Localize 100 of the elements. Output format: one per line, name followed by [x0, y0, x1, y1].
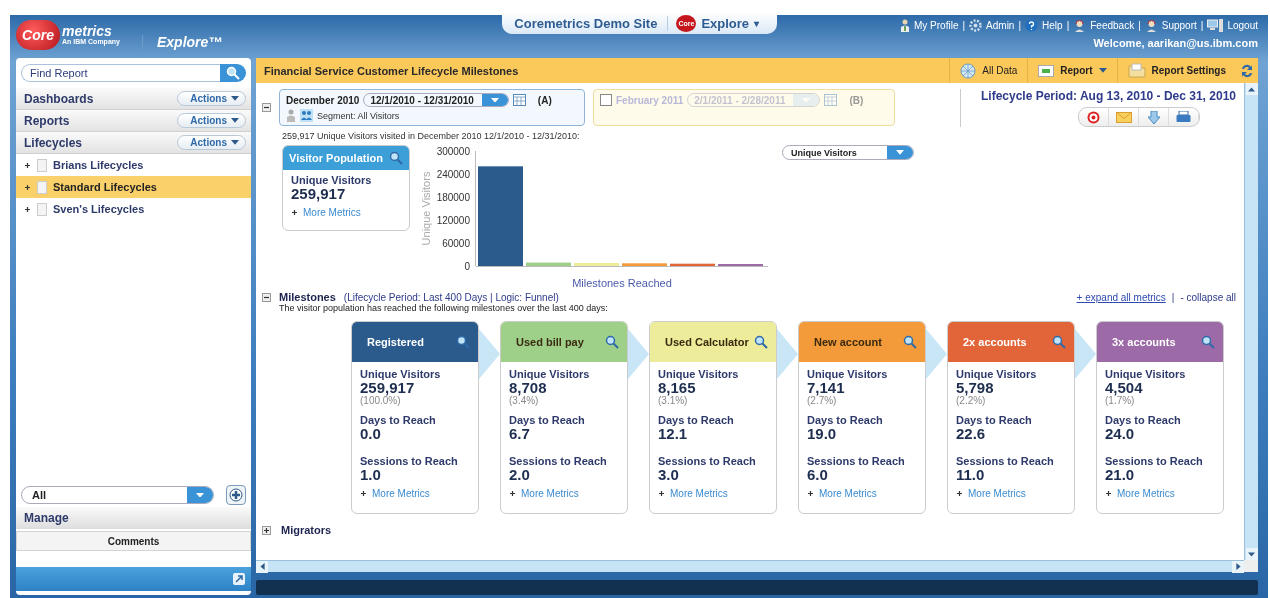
caret-icon: [896, 150, 904, 155]
right-arrow-icon[interactable]: [1235, 563, 1241, 570]
period-tag: (B): [849, 94, 864, 106]
header-link[interactable]: My Profile: [914, 20, 959, 31]
scrollbar-corner: [1244, 560, 1258, 572]
search-button[interactable]: [220, 64, 246, 82]
tree-item[interactable]: Brians Lifecycles: [16, 154, 251, 176]
more-metrics-link[interactable]: More Metrics: [291, 207, 401, 218]
tree-item[interactable]: Standard Lifecycles: [16, 176, 251, 198]
metric-value: 8,708: [509, 380, 548, 395]
actions-button[interactable]: Actions: [177, 135, 246, 150]
search-icon[interactable]: [389, 151, 403, 165]
group-icon[interactable]: [300, 109, 313, 122]
plus-icon: [229, 488, 243, 502]
popout-icon[interactable]: [233, 573, 245, 585]
card-title: New account: [814, 336, 882, 348]
metric-value: 4,504: [1105, 380, 1144, 395]
globe-icon: [960, 62, 977, 79]
horizontal-scrollbar[interactable]: [256, 560, 1244, 572]
down-arrow-icon: [1147, 110, 1160, 124]
metric-share: (2.7%): [807, 395, 837, 406]
down-arrow-icon[interactable]: [1248, 551, 1255, 557]
search-icon[interactable]: [754, 335, 768, 349]
more-metrics-link[interactable]: More Metrics: [807, 488, 917, 499]
more-metrics-link[interactable]: More Metrics: [956, 488, 1066, 499]
metric-label: Unique Visitors: [658, 368, 740, 380]
section-title: Dashboards: [24, 91, 94, 106]
search-icon[interactable]: [903, 335, 917, 349]
vertical-scrollbar[interactable]: [1244, 83, 1258, 560]
metric-label: Unique Visitors: [807, 368, 889, 380]
up-arrow-icon[interactable]: [1248, 86, 1255, 92]
metric-label: Unique Visitors: [956, 368, 1038, 380]
lifecycle-period: Lifecycle Period: Aug 13, 2010 - Dec 31, 2010: [980, 89, 1236, 103]
section-description: The visitor population has reached the following milestones over the last 400 days:: [279, 303, 609, 313]
caret-icon: [231, 118, 239, 123]
gear-icon: [969, 19, 983, 32]
metric-label: Sessions to Reach: [360, 455, 459, 467]
logo-text: metrics: [62, 24, 113, 38]
metric-label: Unique Visitors: [1105, 368, 1187, 380]
more-metrics-link[interactable]: More Metrics: [509, 488, 619, 499]
actions-button[interactable]: Actions: [177, 91, 246, 106]
calendar-icon[interactable]: [512, 94, 526, 106]
expand-button[interactable]: [262, 525, 271, 535]
metric-label: Days to Reach: [658, 414, 735, 426]
left-arrow-icon[interactable]: [259, 563, 265, 570]
more-metrics-link[interactable]: More Metrics: [1105, 488, 1215, 499]
tick-label: 0: [464, 260, 470, 272]
metric-value: 6.7: [509, 426, 530, 441]
add-button[interactable]: [226, 485, 246, 505]
header-link[interactable]: Admin: [986, 20, 1015, 31]
section-meta: (Lifecycle Period: Last 400 Days | Logic: Funnel): [343, 291, 559, 303]
plus-icon: [658, 490, 665, 497]
metric-value: 3.0: [658, 467, 680, 482]
more-metrics-link[interactable]: More Metrics: [658, 488, 768, 499]
metric-value: 6.0: [807, 467, 829, 482]
period-tag: (A): [537, 94, 552, 106]
person-icon[interactable]: [286, 109, 296, 122]
tick-label: 300000: [436, 145, 470, 157]
metric-label: Unique Visitors: [509, 368, 591, 380]
header-link[interactable]: Logout: [1227, 20, 1258, 31]
expand-all-link[interactable]: + expand all metrics: [1076, 291, 1166, 303]
metric-value: 24.0: [1105, 426, 1136, 441]
bar: [526, 262, 571, 266]
card-title: 3x accounts: [1112, 336, 1176, 348]
separator: |: [1138, 20, 1141, 31]
plus-icon: [24, 205, 31, 213]
search-icon[interactable]: [456, 335, 470, 349]
monitor-icon: [1207, 19, 1224, 32]
tick-label: 120000: [436, 214, 470, 226]
period-month: February 2011: [616, 94, 684, 106]
header-link[interactable]: Help: [1042, 20, 1063, 31]
separator: |: [1200, 20, 1204, 31]
metric-value: 12.1: [658, 426, 689, 441]
collapse-all-link[interactable]: - collapse all: [1180, 291, 1236, 303]
folder-icon: [1127, 63, 1146, 78]
collapse-button[interactable]: [262, 103, 271, 112]
search-icon[interactable]: [1201, 335, 1215, 349]
collapse-button[interactable]: [262, 292, 271, 302]
metric-label: Days to Reach: [956, 414, 1033, 426]
search-icon[interactable]: [226, 66, 240, 80]
tick-label: 240000: [436, 168, 470, 180]
search-icon[interactable]: [1052, 335, 1066, 349]
plus-icon: [807, 490, 814, 497]
tree-item[interactable]: Sven's Lifecycles: [16, 198, 251, 220]
welcome-text: Welcome, aarikan@us.ibm.com: [1093, 37, 1258, 49]
metric-share: (100.0%): [360, 395, 401, 406]
help-icon: [1025, 19, 1039, 32]
metric-value: 259,917: [360, 380, 416, 395]
header-link[interactable]: Support: [1161, 20, 1197, 31]
compare-checkbox[interactable]: [600, 94, 612, 106]
logo-badge: Core: [16, 20, 60, 50]
actions-button[interactable]: Actions: [177, 113, 246, 128]
header-link[interactable]: Feedback: [1090, 20, 1135, 31]
separator: |: [1018, 20, 1022, 31]
search-field[interactable]: Find Report: [21, 64, 220, 82]
more-metrics-link[interactable]: More Metrics: [360, 488, 470, 499]
search-icon[interactable]: [605, 335, 619, 349]
refresh-icon[interactable]: [1240, 62, 1254, 79]
comments-tab[interactable]: Comments: [16, 531, 251, 551]
bar: [670, 263, 715, 266]
